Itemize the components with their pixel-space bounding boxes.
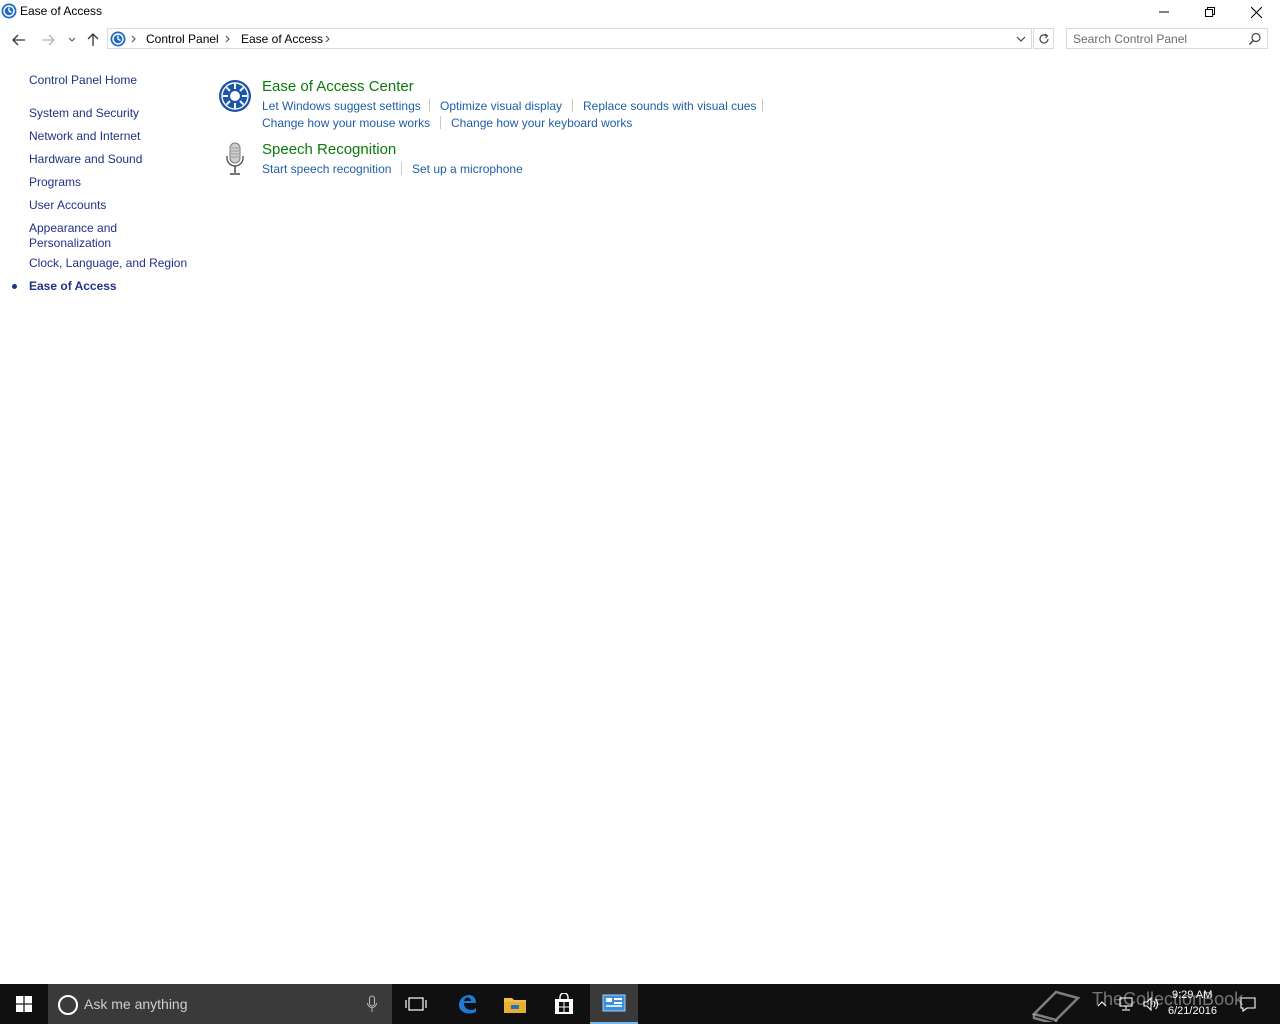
windows-logo-icon — [16, 996, 32, 1012]
volume-button[interactable] — [1140, 984, 1162, 1024]
search-input[interactable] — [1073, 31, 1243, 46]
sidebar-item-user-accounts[interactable]: User Accounts — [29, 198, 106, 213]
ease-of-access-icon — [1, 3, 17, 19]
restore-icon — [1205, 7, 1215, 17]
address-dropdown-button[interactable] — [1013, 31, 1029, 47]
sidebar-item-ease-of-access: Ease of Access — [29, 279, 117, 293]
clock-date[interactable]: 6/21/2016 — [1168, 1005, 1217, 1017]
address-bar[interactable]: Control Panel Ease of Access — [107, 28, 1032, 49]
search-icon[interactable] — [1248, 32, 1262, 46]
start-button[interactable] — [0, 984, 48, 1024]
breadcrumb-ease-of-access[interactable]: Ease of Access — [241, 32, 323, 46]
show-hidden-icons-button[interactable] — [1093, 984, 1111, 1024]
file-explorer-icon — [504, 998, 526, 1013]
sidebar-item-network-and-internet[interactable]: Network and Internet — [29, 129, 140, 144]
link-replace-sounds-with-visual-cues[interactable]: Replace sounds with visual cues — [583, 99, 756, 113]
sidebar-item-appearance-and-personalization-line2[interactable]: Personalization — [29, 236, 111, 251]
action-center-button[interactable] — [1234, 984, 1262, 1024]
link-separator — [429, 99, 430, 112]
task-view-icon — [405, 997, 427, 1011]
store-button[interactable] — [540, 984, 588, 1024]
store-icon — [555, 993, 573, 1014]
sidebar-item-hardware-and-sound[interactable]: Hardware and Sound — [29, 152, 142, 167]
microphone-icon[interactable] — [366, 995, 378, 1013]
cortana-search-box[interactable]: Ask me anything — [48, 984, 392, 1024]
chevron-right-icon[interactable] — [324, 33, 332, 45]
link-set-up-a-microphone[interactable]: Set up a microphone — [412, 162, 523, 176]
recent-locations-button[interactable] — [62, 31, 82, 49]
restore-button[interactable] — [1187, 0, 1233, 24]
control-panel-button[interactable] — [590, 984, 638, 1024]
sidebar-item-programs[interactable]: Programs — [29, 175, 81, 190]
forward-button[interactable] — [38, 31, 58, 49]
close-button[interactable] — [1233, 0, 1279, 24]
sidebar-item-appearance-and-personalization[interactable]: Appearance and — [29, 221, 117, 236]
ease-of-access-center-title[interactable]: Ease of Access Center — [262, 78, 414, 95]
link-separator — [440, 116, 441, 129]
sidebar-item-control-panel-home[interactable]: Control Panel Home — [29, 73, 137, 88]
speaker-icon — [1143, 997, 1159, 1011]
microphone-icon — [226, 142, 244, 175]
chevron-right-icon[interactable] — [224, 33, 232, 45]
refresh-button[interactable] — [1033, 28, 1054, 49]
up-arrow-icon — [87, 33, 99, 46]
speech-recognition-title[interactable]: Speech Recognition — [262, 141, 396, 158]
link-separator — [762, 99, 763, 112]
close-icon — [1250, 6, 1262, 18]
link-separator — [401, 162, 402, 175]
edge-icon — [459, 995, 476, 1014]
chevron-down-icon — [68, 37, 76, 42]
file-explorer-button[interactable] — [491, 984, 539, 1024]
notification-icon — [1240, 996, 1256, 1012]
active-item-bullet — [12, 284, 17, 289]
back-button[interactable] — [9, 31, 29, 49]
minimize-icon — [1159, 11, 1169, 13]
link-let-windows-suggest-settings[interactable]: Let Windows suggest settings — [262, 99, 421, 113]
chevron-up-icon — [1097, 1001, 1107, 1007]
link-separator — [572, 99, 573, 112]
forward-arrow-icon — [42, 34, 55, 46]
ease-of-access-icon — [110, 31, 126, 47]
search-box[interactable] — [1066, 28, 1268, 49]
clock-time[interactable]: 9:29 AM — [1172, 989, 1212, 1001]
link-start-speech-recognition[interactable]: Start speech recognition — [262, 162, 391, 176]
network-button[interactable] — [1115, 984, 1137, 1024]
chevron-right-icon[interactable] — [130, 33, 138, 45]
minimize-button[interactable] — [1141, 0, 1187, 24]
link-change-how-your-keyboard-works[interactable]: Change how your keyboard works — [451, 116, 632, 130]
link-change-how-your-mouse-works[interactable]: Change how your mouse works — [262, 116, 430, 130]
breadcrumb-control-panel[interactable]: Control Panel — [146, 32, 219, 46]
chevron-down-icon — [1016, 36, 1026, 42]
ease-of-access-icon — [219, 80, 251, 112]
sidebar-item-system-and-security[interactable]: System and Security — [29, 106, 139, 121]
title-bar: Ease of Access — [0, 0, 1280, 24]
book-watermark-icon — [1031, 990, 1081, 1022]
back-arrow-icon — [12, 34, 25, 46]
window-title: Ease of Access — [20, 4, 103, 18]
edge-button[interactable] — [443, 984, 491, 1024]
taskbar: Ask me anything TheCollectionBook 9:29 A… — [0, 984, 1280, 1024]
task-view-button[interactable] — [392, 984, 440, 1024]
sidebar-item-clock-language-and-region[interactable]: Clock, Language, and Region — [29, 256, 187, 271]
cortana-icon — [58, 995, 78, 1015]
cortana-search-placeholder: Ask me anything — [84, 996, 188, 1012]
control-panel-icon — [602, 994, 626, 1012]
network-icon — [1119, 997, 1133, 1011]
refresh-icon — [1038, 33, 1049, 43]
link-optimize-visual-display[interactable]: Optimize visual display — [440, 99, 562, 113]
up-button[interactable] — [83, 31, 103, 49]
